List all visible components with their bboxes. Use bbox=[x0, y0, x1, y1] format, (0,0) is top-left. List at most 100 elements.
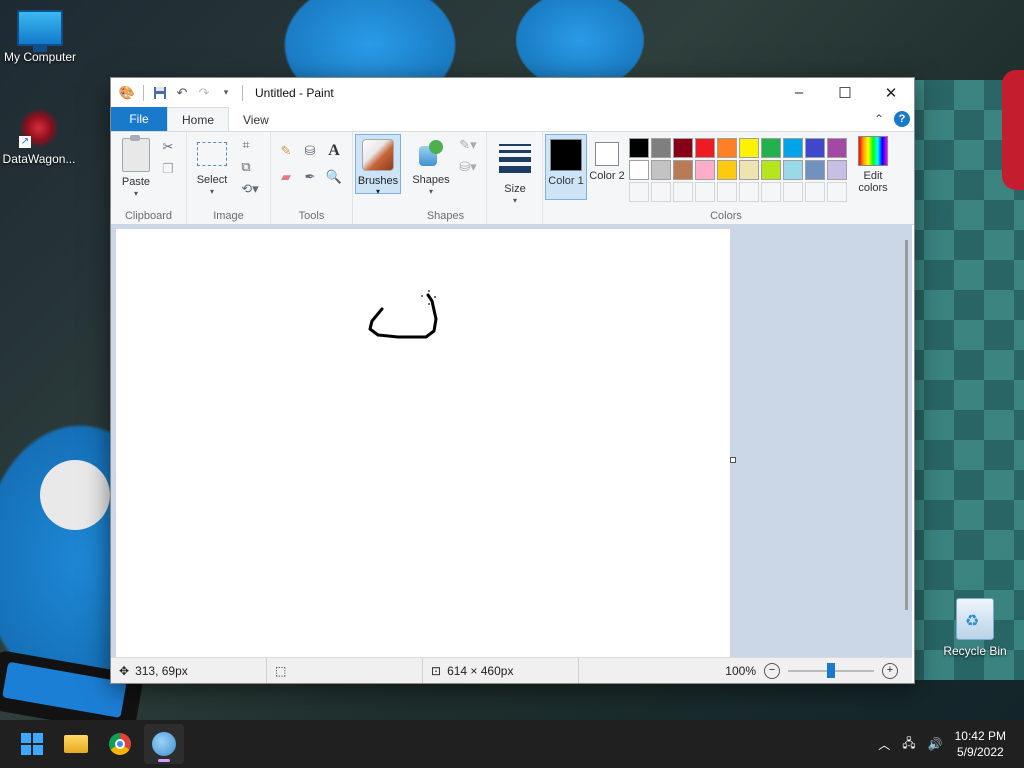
paste-button[interactable]: Paste ▾ bbox=[119, 135, 153, 198]
palette-swatch[interactable] bbox=[695, 160, 715, 180]
paint-window: 🎨 ↶ ↷ ▾ Untitled - Paint – ☐ ✕ File Home… bbox=[110, 77, 915, 684]
selection-icon: ⬚ bbox=[275, 663, 287, 678]
wallpaper-white-shape bbox=[40, 460, 110, 530]
chevron-down-icon: ▾ bbox=[133, 189, 138, 198]
magnifier-icon[interactable]: 🔍 bbox=[325, 168, 343, 186]
palette-swatch[interactable] bbox=[673, 138, 693, 158]
tab-file[interactable]: File bbox=[111, 107, 167, 131]
palette-swatch[interactable] bbox=[739, 182, 759, 202]
pencil-icon[interactable]: ✎ bbox=[277, 142, 295, 160]
shapes-button[interactable]: Shapes ▾ bbox=[409, 138, 453, 196]
palette-swatch[interactable] bbox=[827, 160, 847, 180]
palette-swatch[interactable] bbox=[717, 138, 737, 158]
save-icon[interactable] bbox=[152, 85, 168, 101]
network-icon[interactable]: 🖧 bbox=[902, 734, 915, 755]
palette-swatch[interactable] bbox=[717, 160, 737, 180]
redo-icon[interactable]: ↷ bbox=[196, 85, 212, 101]
palette-swatch[interactable] bbox=[761, 138, 781, 158]
color2-button[interactable]: Color 2 bbox=[587, 134, 627, 198]
resize-icon[interactable]: ⧉ bbox=[237, 158, 255, 176]
clock[interactable]: 10:42 PM 5/9/2022 bbox=[955, 728, 1006, 760]
select-button[interactable]: Select ▾ bbox=[193, 138, 231, 196]
crop-icon[interactable]: ⌗ bbox=[237, 136, 255, 154]
wallpaper-red-shape bbox=[1002, 70, 1024, 190]
palette-swatch[interactable] bbox=[695, 182, 715, 202]
outline-icon[interactable]: ✎▾ bbox=[455, 136, 481, 154]
shortcut-arrow-icon: ↗ bbox=[19, 136, 31, 148]
palette-swatch[interactable] bbox=[629, 138, 649, 158]
palette-swatch[interactable] bbox=[805, 182, 825, 202]
desktop-icon-label: Recycle Bin bbox=[943, 644, 1007, 658]
zoom-out-button[interactable]: − bbox=[764, 662, 780, 679]
text-icon[interactable]: A bbox=[325, 142, 343, 160]
windows-logo-icon bbox=[21, 733, 43, 755]
palette-swatch[interactable] bbox=[805, 160, 825, 180]
palette-swatch[interactable] bbox=[651, 160, 671, 180]
collapse-ribbon-icon[interactable]: ⌃ bbox=[874, 112, 884, 126]
paint-taskbar-button[interactable] bbox=[144, 724, 184, 764]
desktop-icon-my-computer[interactable]: My Computer bbox=[0, 10, 85, 64]
file-explorer-button[interactable] bbox=[56, 724, 96, 764]
group-shapes: Shapes ▾ ✎▾ ⛁▾ Shapes bbox=[405, 132, 487, 224]
chevron-up-icon[interactable]: ︿ bbox=[878, 736, 890, 753]
palette-swatch[interactable] bbox=[673, 160, 693, 180]
palette-swatch[interactable] bbox=[783, 160, 803, 180]
drawing-canvas[interactable] bbox=[116, 229, 730, 657]
palette-swatch[interactable] bbox=[695, 138, 715, 158]
undo-icon[interactable]: ↶ bbox=[174, 85, 190, 101]
size-button[interactable]: Size ▾ bbox=[493, 138, 537, 205]
palette-swatch[interactable] bbox=[827, 138, 847, 158]
group-label-clipboard: Clipboard bbox=[124, 210, 173, 222]
color1-button[interactable]: Color 1 bbox=[545, 134, 587, 200]
palette-swatch[interactable] bbox=[717, 182, 737, 202]
vertical-scrollbar[interactable] bbox=[905, 240, 908, 610]
palette-swatch[interactable] bbox=[739, 138, 759, 158]
recycle-bin-icon: ♻ bbox=[956, 598, 994, 640]
chrome-button[interactable] bbox=[100, 724, 140, 764]
palette-swatch[interactable] bbox=[739, 160, 759, 180]
rotate-icon[interactable]: ⟲▾ bbox=[237, 180, 263, 198]
palette-swatch[interactable] bbox=[783, 182, 803, 202]
palette-swatch[interactable] bbox=[673, 182, 693, 202]
volume-icon[interactable]: 🔊 bbox=[928, 737, 943, 751]
fill-icon[interactable]: ⛁ bbox=[301, 142, 319, 160]
canvas-resize-handle[interactable] bbox=[730, 457, 736, 463]
tab-home[interactable]: Home bbox=[167, 107, 230, 131]
desktop-icon-recycle-bin[interactable]: ♻ Recycle Bin bbox=[930, 598, 1020, 658]
zoom-slider[interactable] bbox=[788, 662, 874, 678]
cut-icon[interactable]: ✂ bbox=[159, 138, 177, 156]
group-image: Select ▾ ⌗ ⧉ ⟲▾ Image bbox=[187, 132, 271, 224]
minimize-button[interactable]: – bbox=[776, 78, 822, 107]
palette-swatch[interactable] bbox=[827, 182, 847, 202]
drawing-stroke bbox=[368, 290, 438, 339]
palette-swatch[interactable] bbox=[651, 138, 671, 158]
desktop-icon-label: My Computer bbox=[3, 50, 77, 64]
palette-swatch[interactable] bbox=[761, 182, 781, 202]
maximize-button[interactable]: ☐ bbox=[822, 78, 868, 107]
palette-swatch[interactable] bbox=[629, 182, 649, 202]
help-icon[interactable]: ? bbox=[894, 111, 910, 127]
paint-app-icon[interactable]: 🎨 bbox=[119, 85, 135, 101]
copy-icon[interactable]: ❐ bbox=[159, 160, 177, 178]
brushes-button[interactable]: Brushes ▾ bbox=[355, 134, 401, 196]
palette-swatch[interactable] bbox=[629, 160, 649, 180]
chevron-down-icon: ▾ bbox=[512, 196, 517, 205]
group-label-shapes: Shapes bbox=[426, 210, 465, 222]
start-button[interactable] bbox=[12, 724, 52, 764]
system-tray: ︿ 🖧 🔊 10:42 PM 5/9/2022 bbox=[878, 728, 1024, 760]
size-label: Size bbox=[504, 183, 526, 195]
customize-qat-chevron-icon[interactable]: ▾ bbox=[218, 85, 234, 101]
desktop-icon-datawagon[interactable]: ↗ DataWagon... bbox=[0, 108, 84, 166]
close-button[interactable]: ✕ bbox=[868, 78, 914, 107]
palette-swatch[interactable] bbox=[761, 160, 781, 180]
edit-colors-button[interactable]: Edit colors bbox=[853, 136, 893, 194]
zoom-slider-thumb[interactable] bbox=[827, 662, 835, 678]
palette-swatch[interactable] bbox=[783, 138, 803, 158]
eraser-icon[interactable]: ▰ bbox=[277, 168, 295, 186]
fill-style-icon[interactable]: ⛁▾ bbox=[455, 158, 481, 176]
zoom-in-button[interactable]: + bbox=[882, 662, 898, 679]
palette-swatch[interactable] bbox=[651, 182, 671, 202]
tab-view[interactable]: View bbox=[229, 108, 283, 131]
color-picker-icon[interactable]: ✒ bbox=[301, 168, 319, 186]
palette-swatch[interactable] bbox=[805, 138, 825, 158]
